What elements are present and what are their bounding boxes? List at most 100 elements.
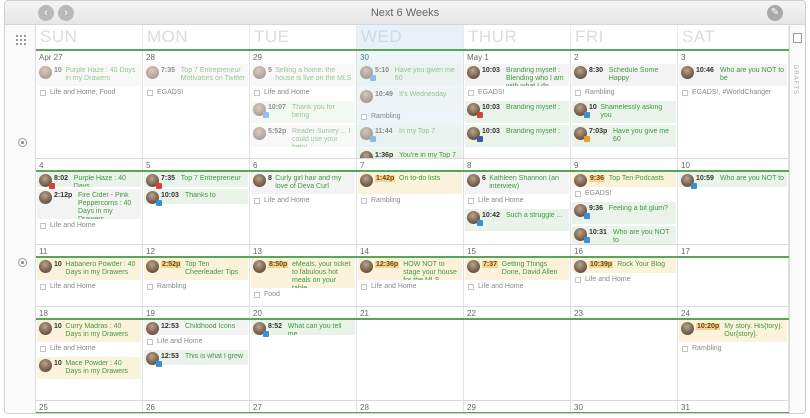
day-cell[interactable]: 3 10:46 Who are you NOT to be EGADS!, #Worl… [678,51,789,159]
day-cell[interactable]: 15 7:37 Getting Things Done, David Allen Li… [464,245,571,307]
day-cell[interactable]: Apr 27 10 Purple Haze : 40 Days in my Draw… [36,51,143,159]
category-tag[interactable]: Life and Home [251,88,355,99]
day-cell[interactable]: 13 8:50p eMeals, your ticket to fabulous h… [250,245,357,307]
scheduled-post[interactable]: 2:52p Top Ten Cheerleader Tips [144,258,248,280]
scheduled-post[interactable]: 10:03 Branding myself : Blending who I am… [465,64,569,86]
day-header-sun: SUN [36,25,143,49]
scheduled-post[interactable]: 10:49 It's Wednesday [358,88,462,110]
day-cell[interactable]: 30 5:10 Have you given me 60 10:49 It's Wedn… [357,51,464,159]
day-cell[interactable]: 17 [678,245,789,307]
day-cell[interactable]: 28 7:35 Top 7 Entrepreneur Motivators on T… [143,51,250,159]
post-time: 8:30 [589,67,604,74]
scheduled-post[interactable]: 10:31 Who are you NOT to [572,226,676,244]
day-number: 16 [574,247,583,256]
day-cell[interactable]: 22 [464,307,571,401]
scheduled-post[interactable]: 8:02 Purple Haze : 40 Days [37,172,141,189]
scheduled-post[interactable]: 7:37 Getting Things Done, David Allen [465,258,569,280]
scheduled-post[interactable]: 10 Mace Powder : 40 Days in my Drawers [37,357,141,379]
grid-icon[interactable] [16,35,26,45]
scheduled-post[interactable]: 8:52 What can you tell me [251,320,355,337]
post-time: 8:52 [268,323,283,330]
category-tag[interactable]: Life and Home, Food [37,88,141,99]
day-header-wed: WED [357,25,464,49]
category-tag[interactable]: Life and Home [37,221,141,232]
category-tag[interactable]: Rambling [679,344,787,355]
day-cell[interactable]: May 1 10:03 Branding myself : Blending who… [464,51,571,159]
scheduled-post[interactable]: 2:12p Fire Cider - Pink Peppercorns : 40 … [37,189,141,219]
scheduled-post[interactable]: 10 Curry Madras : 40 Days in my Drawers [37,320,141,342]
week-select-icon[interactable] [18,138,27,147]
post-title: HOW NOT to stage your house for the MLS [403,261,457,280]
scheduled-post[interactable]: 12:36pHOW NOT to stage your house for th… [358,258,462,280]
document-icon[interactable] [793,33,802,43]
scheduled-post[interactable]: 8 Curly girl hair and my love of Deva Cur… [251,172,355,194]
category-tag[interactable]: Rambling [358,112,462,123]
scheduled-post[interactable]: 6 Kathleen Shannon (an interview) [465,172,569,194]
scheduled-post[interactable]: 10 Habanero Powder : 40 Days in my Drawer… [37,258,141,280]
category-tag[interactable]: Life and Home [37,344,141,355]
scheduled-post[interactable]: 7:35 Top 7 Entrepreneur Motivators on Twi… [144,64,248,86]
pencil-icon[interactable]: ✎ [767,5,783,21]
category-tag[interactable]: Rambling [572,88,676,99]
avatar [253,174,266,187]
category-tag[interactable]: Life and Home [465,196,569,207]
category-tag[interactable]: EGADS! [572,189,676,200]
scheduled-post[interactable]: 10 Purple Haze : 40 Days in my Drawers [37,64,141,86]
category-tag[interactable]: Life and Home [251,196,355,207]
day-cell[interactable]: 19 12:53 Childhood Icons Life and Home 12:53… [143,307,250,401]
post-title: Curly girl hair and my love of Deva Curl [275,175,342,190]
day-cell[interactable]: 24 10:20p My story. His{tory}. Our{story}.… [678,307,789,401]
week-select-icon[interactable] [18,258,27,267]
day-cell[interactable]: 14 12:36pHOW NOT to stage your house for … [357,245,464,307]
category-tag[interactable]: Life and Home [465,282,569,293]
category-label: Life and Home [50,345,96,352]
category-tag[interactable]: EGADS!, #WorldChanger [679,88,787,99]
category-tag[interactable]: Food [251,290,355,301]
scheduled-post[interactable]: 5 Selling a home: the house is live on th… [251,64,355,86]
scheduled-post[interactable]: 12:53 Childhood Icons [144,320,248,335]
scheduled-post[interactable]: 1:42p On to-do lists [358,172,462,194]
drafts-rail[interactable]: DRAFTS [789,25,805,413]
scheduled-post[interactable]: 10 Shamelessly asking you [572,101,676,123]
day-cell[interactable]: 18 10 Curry Madras : 40 Days in my Drawers… [36,307,143,401]
category-tag[interactable]: Life and Home [37,282,141,293]
day-cell[interactable]: 20 8:52 What can you tell me [250,307,357,401]
scheduled-post[interactable]: 8:50p eMeals, your ticket to fabulous hot… [251,258,355,288]
day-cell[interactable]: 2 8:30 Schedule Some Happy Rambling 10 Shamel… [571,51,678,159]
day-cell[interactable]: 12 2:52p Top Ten Cheerleader Tips Rambling [143,245,250,307]
scheduled-post[interactable]: 5:52p Reader Survey ... I could use your … [251,125,355,147]
scheduled-post[interactable]: 8:30 Schedule Some Happy [572,64,676,86]
scheduled-post[interactable]: 9:36 Feeling a bit glum? [572,202,676,224]
category-tag[interactable]: Life and Home [572,275,676,286]
scheduled-post[interactable]: 10:59 Who are you NOT to [679,172,787,189]
scheduled-post[interactable]: 12:53 This is what I grew [144,350,248,367]
scheduled-post[interactable]: 10:42 Such a struggle ... [465,209,569,231]
scheduled-post[interactable]: 10:03 Thanks to [144,189,248,206]
scheduled-post[interactable]: 9:36 Top Ten Podcasts [572,172,676,187]
post-time: 8 [268,175,272,182]
day-number: 30 [574,403,583,412]
category-tag[interactable]: Rambling [144,282,248,293]
scheduled-post[interactable]: 10:39p Rock Your Blog [572,258,676,273]
day-cell[interactable]: 11 10 Habanero Powder : 40 Days in my Draw… [36,245,143,307]
day-cell[interactable]: 21 [357,307,464,401]
day-cell[interactable]: 16 10:39p Rock Your Blog Life and Home [571,245,678,307]
scheduled-post[interactable]: 1:36p You're in my Top 7 [358,149,462,158]
category-tag[interactable]: Life and Home [144,337,248,348]
category-tag[interactable]: Rambling [358,196,462,207]
scheduled-post[interactable]: 10:03 Branding myself : [465,101,569,123]
category-tag[interactable]: EGADS! [144,88,248,99]
scheduled-post[interactable]: 10:46 Who are you NOT to be [679,64,787,86]
scheduled-post[interactable]: 10:20p My story. His{tory}. Our{story}. [679,320,787,342]
scheduled-post[interactable]: 11:44 In my Top 7 [358,125,462,147]
scheduled-post[interactable]: 5:10 Have you given me 60 [358,64,462,86]
category-tag[interactable]: EGADS! [465,88,569,99]
day-cell[interactable]: 29 5 Selling a home: the house is live on … [250,51,357,159]
day-number: 29 [467,403,476,412]
scheduled-post[interactable]: 7:03p Have you give me 60 [572,125,676,147]
category-tag[interactable]: Life and Home [358,282,462,293]
day-cell[interactable]: 23 [571,307,678,401]
scheduled-post[interactable]: 7:35 Top 7 Entrepreneur [144,172,248,189]
scheduled-post[interactable]: 10:07 Thank you for being [251,101,355,123]
scheduled-post[interactable]: 10:03 Branding myself : [465,125,569,147]
